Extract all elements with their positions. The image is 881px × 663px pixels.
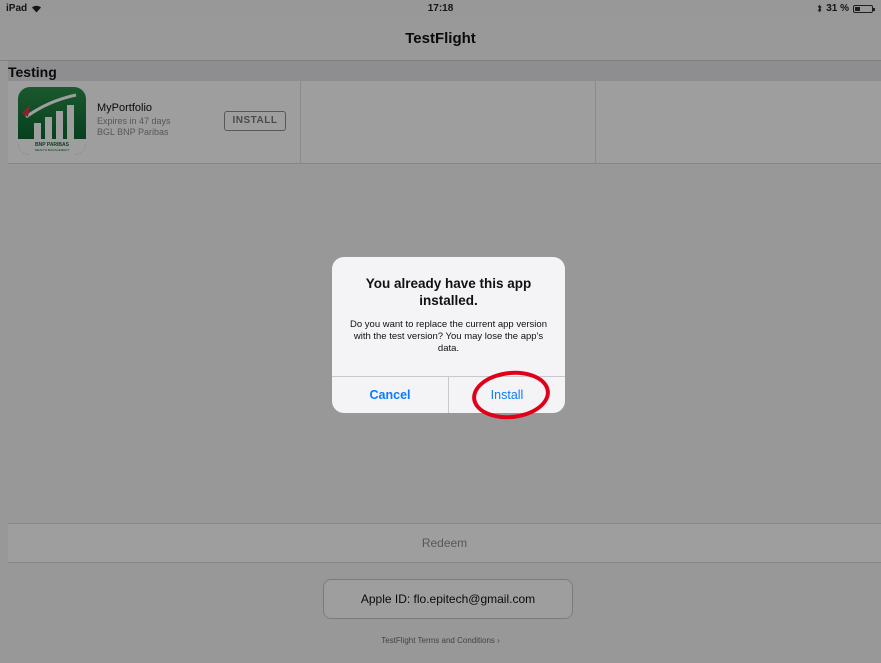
alert-title: You already have this app installed. bbox=[365, 276, 532, 308]
cancel-button[interactable]: Cancel bbox=[332, 377, 448, 413]
alert-message: Do you want to replace the current app v… bbox=[350, 319, 547, 354]
